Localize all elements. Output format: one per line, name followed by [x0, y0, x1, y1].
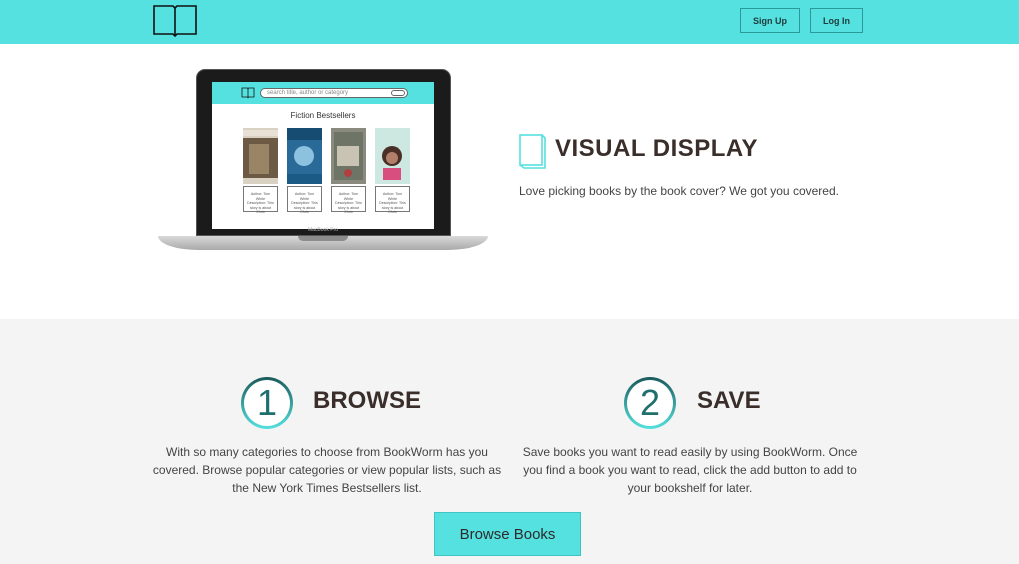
screen-list-title: Fiction Bestsellers: [290, 111, 356, 120]
step-two-icon: 2: [624, 377, 676, 429]
screen-nav-bar: search title, author or category: [212, 82, 434, 104]
device-label: MacBook Pro: [307, 227, 338, 233]
screen-search-button: [391, 90, 405, 96]
laptop-mockup: search title, author or category Fiction…: [158, 67, 488, 253]
log-in-button[interactable]: Log In: [810, 8, 863, 33]
browse-text: With so many categories to choose from B…: [152, 445, 502, 495]
book-cover-4: [375, 128, 410, 184]
save-title: SAVE: [697, 387, 761, 414]
screen-book-logo-icon: [241, 87, 255, 98]
screen-search-placeholder: search title, author or category: [267, 90, 349, 96]
book-description-2: Author: Tom White Description: This stor…: [287, 186, 322, 214]
step-two-number: 2: [627, 380, 673, 426]
book-cover-1: [243, 128, 278, 184]
visual-display-text: Love picking books by the book cover? We…: [519, 184, 839, 198]
laptop-screen: search title, author or category Fiction…: [212, 82, 434, 229]
step-one-icon: 1: [241, 377, 293, 429]
book-cover-2: [287, 128, 322, 184]
save-text: Save books you want to read easily by us…: [522, 445, 858, 495]
browse-title: BROWSE: [313, 387, 421, 414]
book-icon: [519, 134, 546, 169]
screen-search-input: search title, author or category: [260, 88, 408, 98]
laptop-notch: [298, 236, 348, 241]
book-description-3: Author: Tom White Description: This stor…: [331, 186, 366, 214]
sign-up-button[interactable]: Sign Up: [740, 8, 800, 33]
book-logo-icon[interactable]: [152, 4, 198, 37]
top-nav: Sign Up Log In: [0, 0, 1019, 44]
visual-display-title: VISUAL DISPLAY: [555, 135, 759, 162]
book-cover-3: [331, 128, 366, 184]
step-one-number: 1: [244, 380, 290, 426]
book-description-1: Author: Tom White Description: This stor…: [243, 186, 278, 214]
book-description-4: Author: Tom White Description: This stor…: [375, 186, 410, 214]
browse-books-button[interactable]: Browse Books: [434, 512, 581, 556]
